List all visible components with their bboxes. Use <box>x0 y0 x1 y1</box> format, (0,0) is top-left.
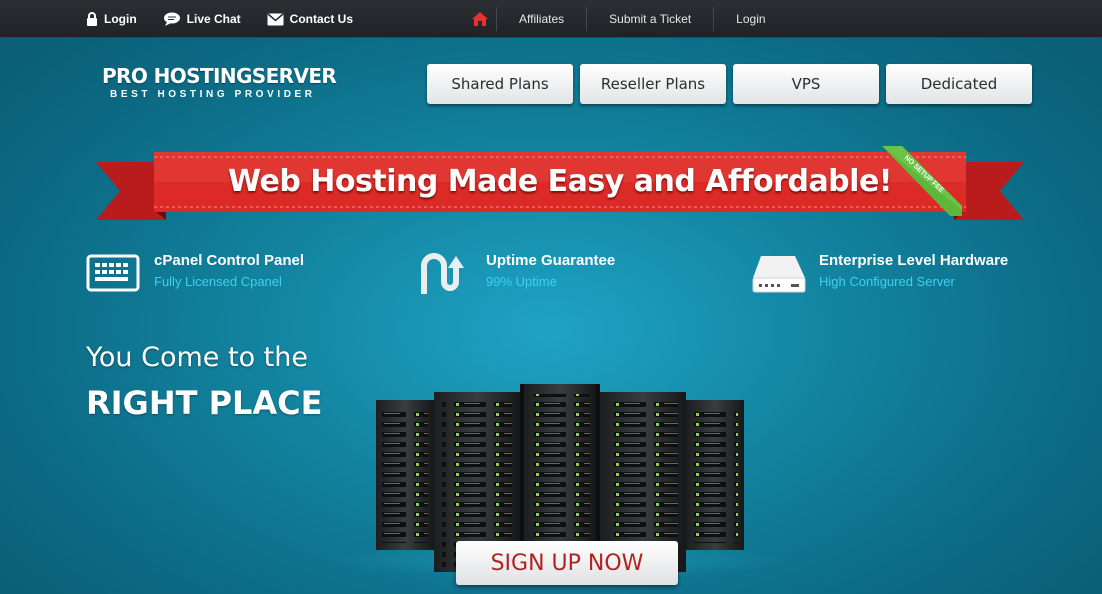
live-chat-label: Live Chat <box>186 12 241 26</box>
login-link[interactable]: Login <box>86 12 137 26</box>
lock-icon <box>87 12 97 26</box>
top-nav: Affiliates Submit a Ticket Login <box>466 0 786 38</box>
feature-cpanel: cPanel Control Panel Fully Licensed Cpan… <box>86 252 304 296</box>
affiliates-link[interactable]: Affiliates <box>499 12 584 26</box>
envelope-icon <box>267 12 284 25</box>
feature-hardware: Enterprise Level Hardware High Configure… <box>751 252 1008 296</box>
feature-title: cPanel Control Panel <box>154 252 305 269</box>
logo-tagline: BEST HOSTING PROVIDER <box>110 89 316 100</box>
uptime-arrow-icon <box>421 253 464 294</box>
home-icon <box>472 12 488 26</box>
no-setup-fee-tag: NO SETUP FEE <box>882 146 962 216</box>
chat-icon <box>163 12 180 26</box>
keyboard-icon <box>86 254 140 292</box>
contact-us-link[interactable]: Contact Us <box>267 12 353 26</box>
top-left-links: Login Live Chat Contact Us <box>86 0 379 38</box>
reseller-plans-button[interactable]: Reseller Plans <box>580 64 726 104</box>
shared-plans-button[interactable]: Shared Plans <box>427 64 573 104</box>
feature-cpanel-text: cPanel Control Panel Fully Licensed Cpan… <box>154 252 304 296</box>
feature-uptime: Uptime Guarantee 99% Uptime <box>418 252 615 296</box>
hard-drive-icon <box>752 256 806 293</box>
dedicated-button[interactable]: Dedicated <box>886 64 1032 104</box>
feature-subtitle: High Configured Server <box>819 274 955 289</box>
vps-button[interactable]: VPS <box>733 64 879 104</box>
feature-subtitle: 99% Uptime <box>486 274 557 289</box>
nav-divider <box>586 7 588 31</box>
nav-divider <box>496 7 497 31</box>
login-link-label: Login <box>104 12 137 26</box>
feature-hardware-text: Enterprise Level Hardware High Configure… <box>819 252 1008 296</box>
hero-line-1: You Come to the <box>86 342 308 373</box>
site-logo[interactable]: PRO HOSTINGSERVER BEST HOSTING PROVIDER <box>102 64 337 100</box>
logo-title: PRO HOSTINGSERVER <box>102 64 337 88</box>
corner-tag-shape: NO SETUP FEE <box>882 146 962 216</box>
contact-us-label: Contact Us <box>289 12 354 26</box>
feature-subtitle: Fully Licensed Cpanel <box>154 274 282 289</box>
hero-line-2: RIGHT PLACE <box>86 384 323 422</box>
plan-nav: Shared Plans Reseller Plans VPS Dedicate… <box>427 64 1032 104</box>
feature-title: Enterprise Level Hardware <box>819 252 1009 269</box>
nav-divider <box>713 7 715 31</box>
home-button[interactable] <box>466 0 494 38</box>
submit-ticket-link[interactable]: Submit a Ticket <box>589 12 711 26</box>
headline-text: Web Hosting Made Easy and Affordable! <box>228 164 892 199</box>
top-bar: Login Live Chat Contact Us Affiliates Su… <box>0 0 1102 38</box>
feature-title: Uptime Guarantee <box>486 252 616 269</box>
live-chat-link[interactable]: Live Chat <box>163 12 241 26</box>
sign-up-now-button[interactable]: SIGN UP NOW <box>456 541 678 585</box>
feature-uptime-text: Uptime Guarantee 99% Uptime <box>486 252 615 296</box>
nav-login-link[interactable]: Login <box>716 12 785 26</box>
